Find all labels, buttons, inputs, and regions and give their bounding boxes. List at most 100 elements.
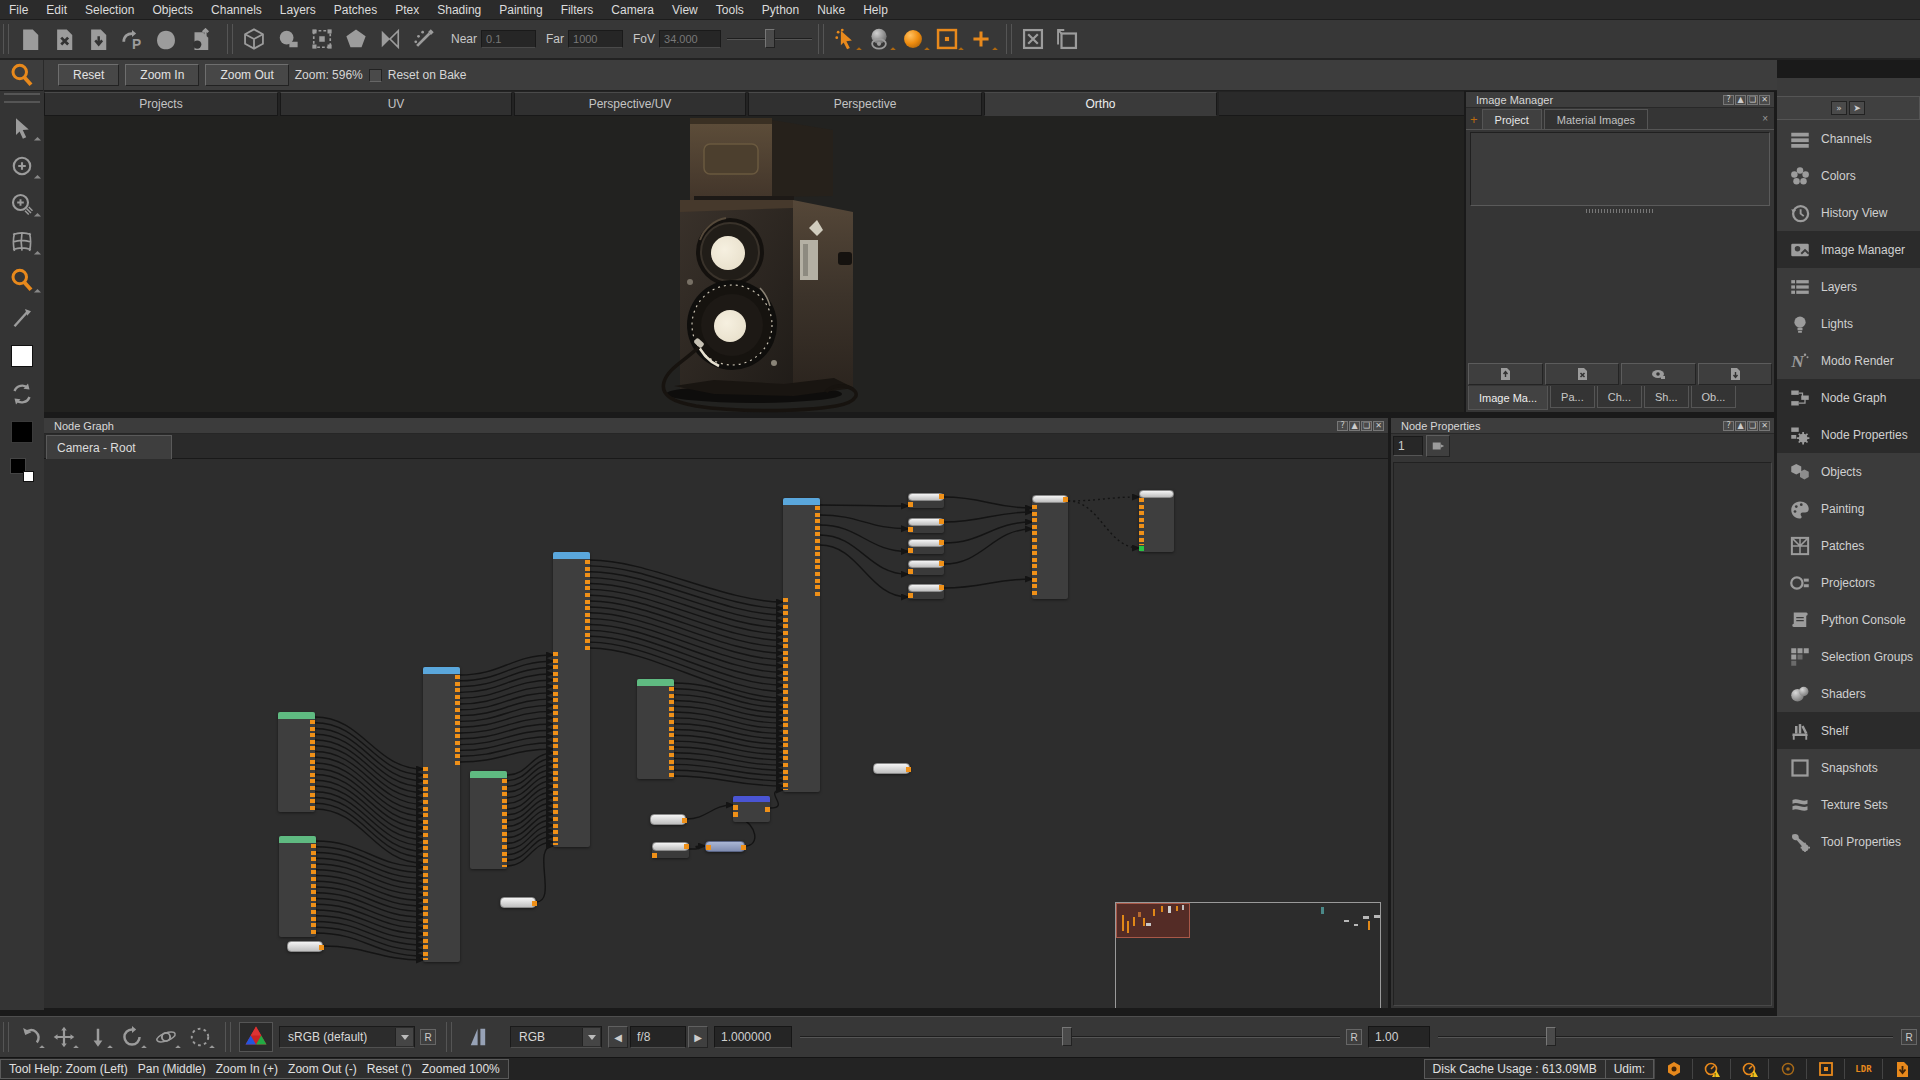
doc-down-orange-indicator[interactable]	[1882, 1059, 1920, 1079]
sidebar-item-lights[interactable]: Lights	[1777, 305, 1920, 342]
graph-node-node-k[interactable]	[733, 796, 770, 822]
polygon-button[interactable]	[339, 24, 373, 54]
projector-button[interactable]	[271, 24, 305, 54]
doc-import-button[interactable]	[81, 24, 115, 54]
sidebar-item-channels[interactable]: Channels	[1777, 120, 1920, 157]
menu-ptex[interactable]: Ptex	[386, 0, 428, 20]
fov-slider[interactable]	[727, 24, 812, 54]
window-button-2[interactable]: ❏	[1747, 95, 1758, 105]
menu-nuke[interactable]: Nuke	[808, 0, 854, 20]
fov-field[interactable]	[659, 30, 721, 48]
sidebar-item-python-console[interactable]: Python Console	[1777, 601, 1920, 638]
window-button-0[interactable]: ?	[1337, 421, 1348, 431]
graph-node-chan-g[interactable]	[553, 552, 590, 847]
sidebar-item-snapshots[interactable]: Snapshots	[1777, 749, 1920, 786]
window-button-1[interactable]: ▲	[1735, 95, 1746, 105]
node-graph-canvas[interactable]	[44, 459, 1388, 1008]
sidebar-item-projectors[interactable]: Projectors	[1777, 564, 1920, 601]
sidebar-item-shelf[interactable]: Shelf	[1777, 712, 1920, 749]
zoom-in-button[interactable]: Zoom In	[125, 64, 199, 86]
graph-node-src-e[interactable]	[470, 771, 507, 869]
box-expand-button[interactable]	[1050, 24, 1084, 54]
graph-node-chan-d[interactable]	[423, 667, 460, 962]
tool-swatch-bw[interactable]	[0, 451, 44, 489]
window-button-2[interactable]: ❏	[1361, 421, 1372, 431]
zoom-out-button[interactable]: Zoom Out	[205, 64, 288, 86]
pointer-mode-icon[interactable]: ➤	[1849, 101, 1865, 115]
menu-tools[interactable]: Tools	[707, 0, 753, 20]
window-button-1[interactable]: ▲	[1349, 421, 1360, 431]
square-dot-indicator[interactable]	[1806, 1059, 1844, 1079]
gain-slider[interactable]	[1438, 1022, 1893, 1052]
im-bottom-tab[interactable]: Image Ma...	[1468, 386, 1548, 410]
im-doc-down-button[interactable]	[1698, 363, 1773, 385]
graph-node-src-c[interactable]	[279, 836, 316, 937]
menu-layers[interactable]: Layers	[271, 0, 325, 20]
cube-button[interactable]	[237, 24, 271, 54]
exposure-reset-button[interactable]: R	[1346, 1029, 1362, 1045]
color-picker-button[interactable]	[239, 1022, 273, 1052]
graph-node-pill-l[interactable]	[650, 814, 686, 825]
sidebar-item-node-properties[interactable]: Node Properties	[1777, 416, 1920, 453]
nav-undo-button[interactable]	[13, 1021, 47, 1053]
node-graph-titlebar[interactable]: Node Graph ?▲❏✕	[44, 418, 1388, 434]
graph-node-small-2[interactable]	[908, 518, 944, 533]
graph-node-colw-p[interactable]	[1032, 495, 1068, 599]
im-tab-project[interactable]: Project	[1482, 109, 1542, 129]
im-bottom-tab[interactable]: Ch...	[1597, 386, 1642, 408]
window-button-3[interactable]: ✕	[1759, 95, 1770, 105]
far-field[interactable]	[568, 30, 623, 48]
tool-swap-colors[interactable]	[0, 375, 44, 413]
gain-field[interactable]: 1.00	[1368, 1026, 1430, 1048]
gauge-warn-indicator[interactable]: !	[1730, 1059, 1768, 1079]
sidebar-item-node-graph[interactable]: Node Graph	[1777, 379, 1920, 416]
window-button-2[interactable]: ❏	[1747, 421, 1758, 431]
sidebar-item-image-manager[interactable]: Image Manager	[1777, 231, 1920, 268]
fstop-prev-button[interactable]: ◀	[608, 1026, 628, 1048]
sidebar-item-selection-groups[interactable]: Selection Groups	[1777, 638, 1920, 675]
viewport-tab-projects[interactable]: Projects	[44, 92, 278, 116]
circle-dot-indicator[interactable]	[1768, 1059, 1806, 1079]
im-doc-x-button[interactable]	[1545, 363, 1620, 385]
viewport[interactable]: ProjectsUVPerspective/UVPerspectiveOrtho	[44, 91, 1464, 412]
graph-node-src-h[interactable]	[637, 679, 674, 779]
im-bottom-tab[interactable]: Sh...	[1644, 386, 1689, 408]
menu-camera[interactable]: Camera	[602, 0, 663, 20]
im-bottom-tab[interactable]: Ob...	[1691, 386, 1737, 408]
viewport-tab-perspective[interactable]: Perspective	[748, 92, 982, 116]
ptex-add-button[interactable]: P	[115, 24, 149, 54]
im-bottom-tab[interactable]: Pa...	[1550, 386, 1595, 408]
fstop-next-button[interactable]: ▶	[688, 1026, 708, 1048]
sidebar-item-painting[interactable]: Painting	[1777, 490, 1920, 527]
nav-rotate-button[interactable]	[115, 1021, 149, 1053]
fstop-field[interactable]: f/8	[630, 1026, 686, 1048]
ramp-button[interactable]	[462, 1021, 496, 1053]
exposure-slider[interactable]	[800, 1022, 1340, 1052]
window-button-3[interactable]: ✕	[1373, 421, 1384, 431]
gain-reset-button[interactable]: R	[1901, 1029, 1917, 1045]
graph-node-colq-q[interactable]	[1139, 490, 1174, 552]
im-tab-material-images[interactable]: Material Images	[1544, 109, 1648, 129]
nav-down-button[interactable]	[81, 1021, 115, 1053]
node-properties-count-field[interactable]: 1	[1393, 436, 1423, 456]
graph-node-pill-m[interactable]	[652, 842, 689, 858]
graph-node-chan-i[interactable]	[783, 498, 820, 792]
box-x-button[interactable]	[1016, 24, 1050, 54]
tool-select-cursor[interactable]	[0, 109, 44, 147]
image-manager-titlebar[interactable]: Image Manager ?▲❏✕	[1466, 92, 1774, 108]
im-doc-up-button[interactable]	[1468, 363, 1543, 385]
sidebar-item-shaders[interactable]: Shaders	[1777, 675, 1920, 712]
paint-cursor-button[interactable]	[828, 24, 862, 54]
menu-python[interactable]: Python	[753, 0, 808, 20]
menu-selection[interactable]: Selection	[76, 0, 143, 20]
tool-warp-grid[interactable]	[0, 223, 44, 261]
image-manager-splitter[interactable]	[1586, 209, 1654, 213]
image-list-area[interactable]	[1470, 132, 1770, 206]
window-button-1[interactable]: ▲	[1735, 421, 1746, 431]
gauge-warn-indicator[interactable]: !	[1692, 1059, 1730, 1079]
sidebar-item-tool-properties[interactable]: Tool Properties	[1777, 823, 1920, 860]
tool-swatch-white[interactable]	[0, 337, 44, 375]
colorspace-reset-button[interactable]: R	[420, 1029, 436, 1045]
node-properties-pin-button[interactable]	[1426, 435, 1450, 457]
doc-new-button[interactable]	[13, 24, 47, 54]
